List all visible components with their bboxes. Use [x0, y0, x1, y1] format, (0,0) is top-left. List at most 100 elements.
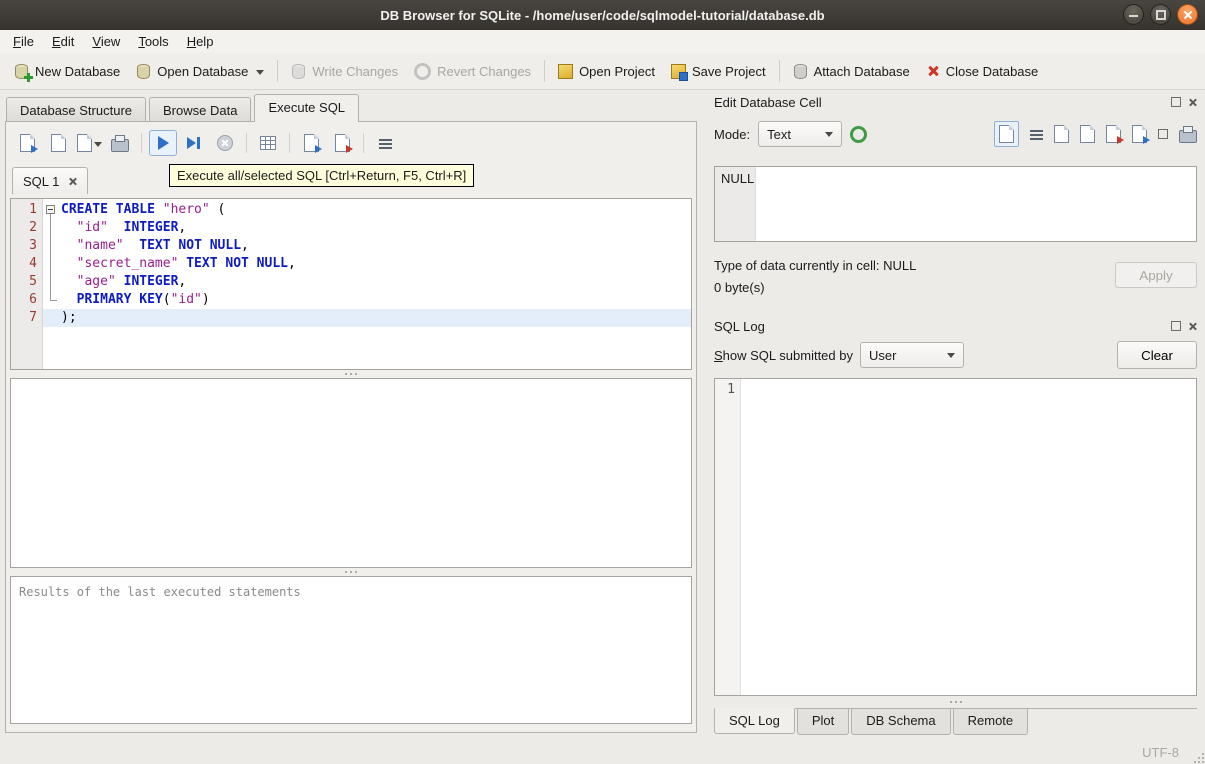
dock-tab-db-schema[interactable]: DB Schema — [851, 709, 951, 735]
sql-editor-gutter: 1 2 3 4 5 6 7 — [11, 199, 43, 369]
results-placeholder: Results of the last executed statements — [19, 585, 301, 599]
maximize-button[interactable] — [1150, 4, 1171, 25]
sql-code-area[interactable]: CREATE TABLE "hero" ( "id" INTEGER, "nam… — [43, 199, 691, 369]
sql-editor[interactable]: 1 2 3 4 5 6 7 CREATE TABLE "hero" ( "id" INTEG… — [10, 198, 692, 370]
cell-editor[interactable]: NULL — [714, 166, 1197, 242]
open-external-editor-button[interactable] — [297, 130, 325, 156]
window-title: DB Browser for SQLite - /home/user/code/… — [380, 7, 825, 23]
auto-switch-mode-icon[interactable] — [850, 125, 868, 143]
tab-execute-sql[interactable]: Execute SQL — [254, 94, 360, 122]
save-sql-as-button[interactable] — [75, 130, 103, 156]
status-bar: UTF-8 — [0, 740, 1205, 764]
database-open-icon — [136, 63, 151, 79]
splitter-handle[interactable] — [714, 698, 1197, 706]
attach-database-button[interactable]: Attach Database — [785, 59, 918, 84]
execute-line-button[interactable] — [180, 130, 208, 156]
code-line-2[interactable]: "id" INTEGER, — [43, 219, 691, 237]
menu-edit[interactable]: Edit — [43, 32, 83, 51]
dock-close-icon[interactable] — [1188, 98, 1197, 107]
dock-float-icon[interactable] — [1171, 97, 1181, 107]
export-cell-icon[interactable] — [1132, 125, 1150, 144]
code-line-4[interactable]: "secret_name" TEXT NOT NULL, — [43, 255, 691, 273]
splitter-handle[interactable] — [10, 370, 692, 378]
save-sql-file-button[interactable] — [44, 130, 72, 156]
import-cell-icon[interactable] — [1106, 125, 1124, 144]
cell-size-info: 0 byte(s) — [714, 280, 765, 295]
menu-view[interactable]: View — [83, 32, 129, 51]
tab-browse-data[interactable]: Browse Data — [149, 97, 252, 122]
edit-cell-header: Edit Database Cell — [714, 92, 1197, 112]
clear-log-button[interactable]: Clear — [1117, 341, 1197, 369]
code-line-1[interactable]: CREATE TABLE "hero" ( — [43, 201, 691, 219]
auto-completion-button[interactable] — [328, 130, 356, 156]
open-sql-file-icon — [19, 134, 38, 153]
sql-toolbar — [9, 125, 693, 161]
title-bar[interactable]: DB Browser for SQLite - /home/user/code/… — [0, 0, 1205, 30]
close-button[interactable] — [1177, 4, 1198, 25]
toolbar-separator — [778, 60, 780, 82]
code-line-7[interactable]: ); — [43, 309, 691, 327]
menu-file[interactable]: File — [4, 32, 43, 51]
submitted-by-value: User — [868, 347, 897, 363]
execute-play-icon — [157, 136, 169, 150]
auto-completion-icon — [334, 134, 353, 153]
open-sql-file-button[interactable] — [13, 130, 41, 156]
app-window: { "window": { "title": "DB Browser for S… — [0, 0, 1205, 764]
close-database-button[interactable]: Close Database — [918, 59, 1047, 84]
attach-database-label: Attach Database — [813, 63, 910, 79]
database-write-icon — [291, 63, 306, 79]
menu-help[interactable]: Help — [178, 32, 223, 51]
code-line-5[interactable]: "age" INTEGER, — [43, 273, 691, 291]
export-results-button[interactable] — [254, 130, 282, 156]
sql-doc-tab[interactable]: SQL 1 — [12, 167, 89, 194]
paste-cell-icon[interactable] — [1080, 125, 1095, 143]
menu-tools[interactable]: Tools — [129, 32, 177, 51]
cell-value[interactable]: NULL — [721, 171, 754, 186]
dock-float-icon[interactable] — [1171, 321, 1181, 331]
dock-tab-remote[interactable]: Remote — [952, 709, 1029, 735]
tab-database-structure[interactable]: Database Structure — [6, 97, 147, 122]
external-editor-icon — [303, 134, 322, 153]
open-project-label: Open Project — [579, 63, 655, 79]
save-sql-dropdown-arrow[interactable] — [93, 141, 102, 151]
word-wrap-button[interactable] — [371, 130, 399, 156]
document-icon — [999, 125, 1014, 143]
dock-tab-sql-log[interactable]: SQL Log — [714, 708, 795, 734]
justify-icon[interactable] — [1030, 129, 1043, 140]
mode-combobox[interactable]: Text — [758, 121, 843, 147]
open-project-button[interactable]: Open Project — [550, 59, 663, 84]
results-grid-pane — [10, 378, 692, 568]
save-project-button[interactable]: Save Project — [663, 59, 774, 84]
print-cell-icon[interactable] — [1179, 125, 1197, 143]
filter-label: Show SQL submitted by — [714, 347, 853, 363]
close-tab-icon[interactable] — [68, 177, 77, 186]
toolbar-separator — [277, 60, 279, 82]
code-line-3[interactable]: "name" TEXT NOT NULL, — [43, 237, 691, 255]
line-number: 4 — [29, 256, 37, 271]
text-mode-button[interactable] — [994, 121, 1019, 147]
chevron-down-icon — [946, 352, 955, 362]
dock-tab-plot[interactable]: Plot — [796, 709, 850, 735]
sql-log-header: SQL Log — [714, 316, 1197, 336]
minimize-button[interactable] — [1123, 4, 1144, 25]
resize-grip[interactable] — [1198, 757, 1200, 759]
code-line-6[interactable]: PRIMARY KEY("id") — [43, 291, 691, 309]
splitter-handle[interactable] — [10, 568, 692, 576]
submitted-by-combobox[interactable]: User — [859, 342, 964, 368]
results-table-icon — [260, 136, 276, 150]
edit-cell-toolbar: Mode: Text — [714, 120, 1197, 148]
save-project-label: Save Project — [691, 63, 766, 79]
sql-log-view[interactable]: 1 — [714, 378, 1197, 696]
new-database-button[interactable]: New Database — [6, 59, 128, 84]
open-database-dropdown-arrow[interactable] — [256, 69, 265, 79]
execute-all-button[interactable] — [149, 130, 177, 156]
set-null-icon[interactable] — [1158, 129, 1168, 139]
lines-icon — [378, 138, 392, 149]
dock-close-icon[interactable] — [1188, 322, 1197, 331]
apply-button: Apply — [1115, 262, 1197, 288]
fold-marker-icon[interactable] — [46, 205, 55, 214]
print-sql-button[interactable] — [106, 130, 134, 156]
copy-cell-icon[interactable] — [1054, 125, 1069, 143]
open-database-button[interactable]: Open Database — [128, 59, 272, 84]
toolbar-separator — [246, 133, 247, 153]
